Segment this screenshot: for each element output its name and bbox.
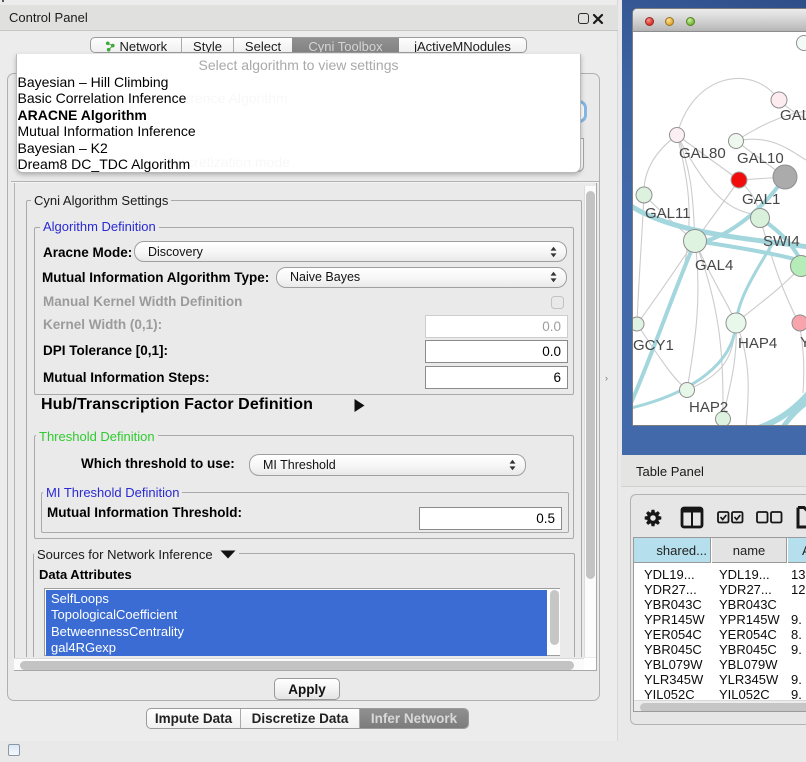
svg-text:GAL11: GAL11 — [645, 205, 691, 222]
svg-text:GAL1: GAL1 — [742, 191, 780, 208]
svg-text:GAL80: GAL80 — [679, 145, 726, 162]
svg-text:GAL10: GAL10 — [737, 150, 784, 167]
svg-text:SWI4: SWI4 — [763, 233, 800, 250]
svg-text:Y: Y — [800, 334, 806, 351]
svg-text:HAP2: HAP2 — [689, 399, 728, 416]
svg-text:GAL7: GAL7 — [780, 107, 806, 124]
svg-text:HAP4: HAP4 — [738, 335, 777, 352]
svg-text:GCY1: GCY1 — [633, 337, 674, 354]
svg-text:GAL4: GAL4 — [695, 257, 733, 274]
